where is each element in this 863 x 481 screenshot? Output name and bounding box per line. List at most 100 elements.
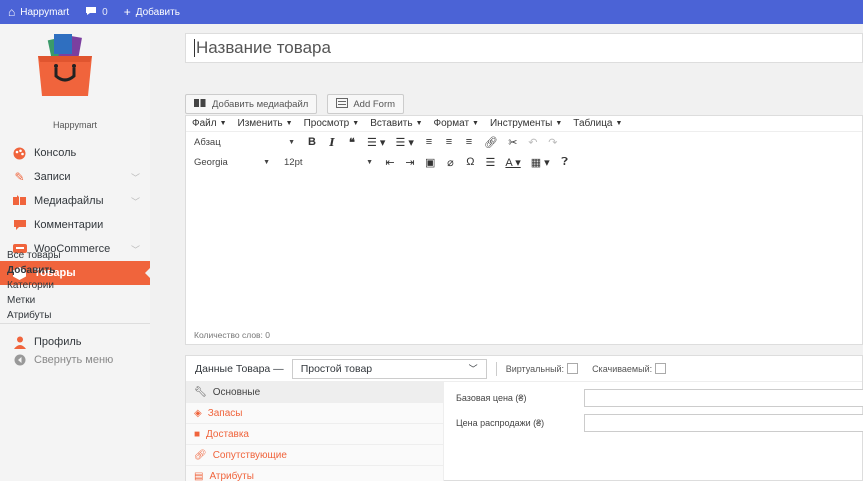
regular-price-label: Базовая цена (₴) [456, 393, 527, 403]
bullet-list-button[interactable]: ☰ ▾ [367, 136, 385, 149]
product-type-value: Простой товар [300, 362, 373, 375]
table-icon[interactable]: ▦ ▾ [531, 156, 550, 169]
sidebar-item-media[interactable]: Медиафайлы ﹀ [0, 189, 150, 213]
regular-price-input[interactable] [584, 389, 863, 407]
menu-insert[interactable]: Вставить ▼ [370, 118, 422, 129]
chevron-down-icon: ﹀ [468, 364, 478, 374]
menu-view[interactable]: Просмотр ▼ [304, 118, 360, 129]
checkbox-box[interactable] [567, 363, 579, 374]
add-new-label: Добавить [135, 6, 180, 18]
submenu-attributes[interactable]: Атрибуты [0, 308, 150, 323]
tab-shipping[interactable]: ■ Доставка [186, 424, 443, 445]
downloadable-checkbox[interactable]: Скачиваемый: [592, 363, 667, 374]
editor-menubar: Файл ▼ Изменить ▼ Просмотр ▼ Вставить ▼ Форм… [186, 116, 862, 132]
undo-icon[interactable]: ↶ [528, 136, 538, 149]
tab-inventory[interactable]: ◈ Запасы [186, 403, 443, 424]
comment-icon [85, 6, 97, 18]
product-data-tabs: 🔧︎ Основные ◈ Запасы ■ Доставка 🔗︎ Сопут… [186, 382, 444, 481]
link-icon[interactable]: 🔗︎ [484, 136, 498, 149]
sidebar-item-posts[interactable]: ✎ Записи ﹀ [0, 165, 150, 189]
tab-attributes[interactable]: ▤ Атрибуты [186, 466, 443, 481]
italic-button[interactable]: I [327, 136, 337, 149]
sidebar-item-comments[interactable]: Комментарии [0, 213, 150, 237]
chevron-down-icon: ﹀ [130, 172, 140, 183]
sidebar-item-label: Записи [34, 171, 71, 183]
add-new-link[interactable]: + Добавить [116, 0, 188, 24]
wrench-icon: 🔧︎ [194, 386, 207, 398]
sale-price-field: Цена распродажи (₴) [456, 414, 863, 432]
caret-down-icon: ▼ [366, 158, 373, 166]
caret-down-icon: ▼ [555, 120, 563, 127]
comments-link[interactable]: 0 [77, 0, 116, 24]
horizontal-rule-icon[interactable]: ☰ [485, 156, 495, 169]
menu-table[interactable]: Таблица ▼ [573, 118, 622, 129]
sidebar-item-label: Медиафайлы [34, 195, 104, 207]
menu-edit[interactable]: Изменить ▼ [238, 118, 293, 129]
sidebar-item-label: Комментарии [34, 219, 104, 231]
pin-icon: ✎ [14, 170, 25, 184]
indent-icon[interactable]: ⇥ [405, 156, 415, 169]
menu-tools[interactable]: Инструменты ▼ [490, 118, 562, 129]
submenu-add-new[interactable]: Добавить [0, 263, 150, 278]
form-icon [336, 97, 349, 111]
text-color-icon[interactable]: A ▾ [505, 156, 520, 169]
format-select[interactable]: Абзац ▼ [192, 135, 297, 149]
sidebar-item-label: Профиль [34, 336, 82, 348]
outdent-icon[interactable]: ⇤ [385, 156, 395, 169]
product-type-select[interactable]: Простой товар ﹀ [291, 358, 487, 379]
editor-toolbar-1: Абзац ▼ B I ❝ ☰ ▾ ☰ ▾ ≡ ≡ ≡ 🔗︎ ✂︎ ↶ ↷ [186, 132, 862, 152]
menu-label: Просмотр [303, 118, 350, 129]
virtual-checkbox[interactable]: Виртуальный: [506, 363, 579, 374]
numbered-list-button[interactable]: ☰ ▾ [395, 136, 413, 149]
redo-icon[interactable]: ↷ [548, 136, 558, 149]
help-icon[interactable]: ❓︎ [560, 156, 570, 169]
menu-format[interactable]: Формат ▼ [434, 118, 479, 129]
comments-count: 0 [102, 6, 108, 18]
add-form-label: Add Form [353, 98, 396, 110]
add-media-button[interactable]: Добавить медиафайл [185, 94, 318, 114]
unlink-icon[interactable]: ✂︎ [508, 136, 518, 149]
align-center-button[interactable]: ≡ [444, 136, 454, 148]
sidebar-item-dashboard[interactable]: Консоль [0, 141, 150, 165]
media-icon [194, 98, 207, 111]
chevron-down-icon: ﹀ [130, 196, 140, 207]
submenu-all-products[interactable]: Все товары [0, 248, 150, 263]
tab-linked-products[interactable]: 🔗︎ Сопутствующие [186, 445, 443, 466]
omega-icon[interactable]: Ω [465, 156, 475, 168]
menu-divider [0, 323, 150, 324]
collapse-menu-button[interactable]: Свернуть меню [0, 348, 150, 372]
tab-label: Атрибуты [209, 470, 254, 481]
menu-label: Формат [433, 118, 470, 129]
add-form-button[interactable]: Add Form [327, 94, 405, 114]
product-title-input[interactable]: Название товара [185, 33, 863, 63]
caret-down-icon: ▼ [219, 120, 227, 127]
submenu-tags[interactable]: Метки [0, 293, 150, 308]
menu-file[interactable]: Файл ▼ [192, 118, 227, 129]
site-name-label: Happymart [20, 6, 70, 18]
clear-formatting-icon[interactable]: ⌀ [445, 156, 455, 169]
sale-price-input[interactable] [584, 414, 863, 432]
align-right-button[interactable]: ≡ [464, 136, 474, 148]
collapse-menu-label: Свернуть меню [34, 354, 114, 366]
align-left-button[interactable]: ≡ [424, 136, 434, 148]
media-buttons: Добавить медиафайл Add Form [185, 94, 405, 114]
product-data-box: Данные Товара — Простой товар ﹀ Виртуаль… [185, 355, 863, 481]
size-select-value: 12pt [284, 156, 303, 168]
font-size-select[interactable]: 12pt ▼ [282, 155, 375, 169]
tab-general[interactable]: 🔧︎ Основные [186, 382, 443, 403]
blockquote-button[interactable]: ❝ [347, 136, 357, 149]
tab-label: Основные [212, 386, 261, 398]
header-divider [495, 361, 497, 376]
menu-label: Вставить [370, 118, 413, 129]
submenu-categories[interactable]: Категории [0, 278, 150, 293]
checkbox-box[interactable] [655, 363, 667, 374]
media-icon [12, 194, 27, 209]
admin-sidebar: Happymart Консоль ✎ Записи ﹀ Медиафайлы … [0, 24, 151, 481]
paste-text-icon[interactable]: ▣ [425, 156, 435, 169]
site-home-link[interactable]: ⌂ Happymart [0, 0, 77, 24]
bold-button[interactable]: B [307, 136, 317, 148]
home-icon: ⌂ [8, 5, 16, 19]
font-select-value: Georgia [194, 156, 228, 168]
downloadable-label: Скачиваемый: [592, 363, 653, 374]
font-family-select[interactable]: Georgia ▼ [192, 155, 272, 169]
